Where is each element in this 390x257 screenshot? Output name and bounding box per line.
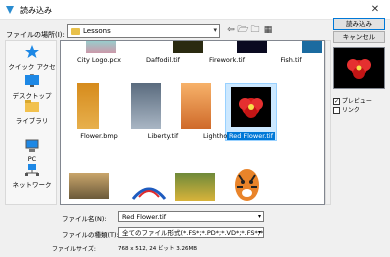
- link-label: リンク: [341, 107, 360, 114]
- folder-icon: [71, 28, 80, 35]
- file-name[interactable]: Firework.tif: [195, 56, 259, 64]
- filetype-label: ファイルの種類(T):: [62, 231, 119, 239]
- filename-input[interactable]: Red Flower.tif ▾: [118, 211, 264, 222]
- file-list[interactable]: City Logo.pcx Daffodil.tif Firework.tif …: [60, 40, 325, 205]
- thumbnail: [302, 41, 322, 53]
- file-name[interactable]: Daffodil.tif: [131, 56, 195, 64]
- link-checkbox[interactable]: [333, 107, 340, 114]
- close-button[interactable]: ✕: [366, 2, 384, 18]
- thumbnail: [86, 41, 116, 53]
- view-menu-icon[interactable]: ▦: [260, 24, 276, 36]
- filetype-value: 全てのファイル形式(*.FS*;*.PD*;*.VD*;*.FS*;*.PD*;…: [122, 229, 264, 237]
- logo-image: [131, 187, 167, 200]
- thumbnail: [175, 173, 215, 201]
- place-label: ライブラリ: [15, 117, 49, 125]
- filesize-value: 768 x 512, 24 ビット 3.26MB: [118, 246, 198, 252]
- location-dropdown[interactable]: Lessons ▾: [67, 24, 220, 38]
- preview-pane: [333, 47, 385, 89]
- window-title: 読み込み: [20, 6, 52, 15]
- place-label: ネットワーク: [12, 181, 52, 189]
- thumbnail: [69, 173, 109, 199]
- thumbnail: [181, 83, 211, 129]
- pc-icon: [25, 139, 39, 152]
- library-icon: [25, 100, 39, 112]
- app-icon: [6, 6, 14, 14]
- filetype-dropdown[interactable]: 全てのファイル形式(*.FS*;*.PD*;*.VD*;*.FS*;*.PD*;…: [118, 227, 264, 238]
- file-name[interactable]: Fish.tif: [259, 56, 323, 64]
- file-name[interactable]: Flower.bmp: [67, 132, 131, 140]
- title-bar: [0, 0, 390, 20]
- filename-label: ファイル名(N):: [62, 215, 107, 223]
- place-desktop[interactable]: デスクトップ: [8, 74, 56, 100]
- file-name[interactable]: City Logo.pcx: [67, 56, 131, 64]
- link-option[interactable]: リンク: [333, 105, 360, 114]
- red-flower-image: [239, 98, 263, 118]
- thumbnail: [233, 167, 261, 203]
- thumbnail: [131, 83, 161, 129]
- cancel-button[interactable]: キャンセル: [333, 31, 385, 43]
- preview-image: [334, 48, 384, 88]
- file-name: Red Flower.tif: [226, 132, 276, 140]
- location-value: Lessons: [83, 27, 111, 35]
- tiger-image: [235, 169, 259, 201]
- thumbnail: [129, 177, 169, 203]
- file-name-selected[interactable]: Red Flower.tif: [219, 132, 283, 140]
- desktop-icon: [25, 75, 39, 87]
- thumbnail: [231, 87, 271, 127]
- chevron-down-icon: ▾: [257, 229, 261, 236]
- network-icon: [25, 164, 39, 176]
- chevron-down-icon[interactable]: ▾: [258, 212, 261, 221]
- place-network[interactable]: ネットワーク: [8, 163, 56, 189]
- thumbnail: [77, 83, 99, 129]
- thumbnail: [173, 41, 203, 53]
- star-icon: [25, 45, 39, 58]
- location-label: ファイルの場所(I):: [6, 31, 65, 39]
- place-label: PC: [27, 155, 37, 163]
- filename-value: Red Flower.tif: [122, 213, 167, 221]
- place-pc[interactable]: PC: [8, 139, 56, 163]
- thumbnail: [237, 41, 267, 53]
- chevron-down-icon: ▾: [213, 26, 217, 34]
- open-button[interactable]: 読み込み: [333, 18, 385, 30]
- preview-label: プレビュー: [341, 98, 372, 105]
- vertical-scrollbar[interactable]: [325, 40, 331, 205]
- preview-checkbox[interactable]: ✓: [333, 98, 340, 105]
- filesize-label: ファイルサイズ:: [52, 246, 96, 253]
- place-library[interactable]: ライブラリ: [8, 99, 56, 125]
- file-name[interactable]: Liberty.tif: [131, 132, 195, 140]
- preview-option[interactable]: ✓ プレビュー: [333, 96, 372, 105]
- places-bar: クイック アクセス デスクトップ ライブラリ PC ネットワーク: [5, 40, 57, 205]
